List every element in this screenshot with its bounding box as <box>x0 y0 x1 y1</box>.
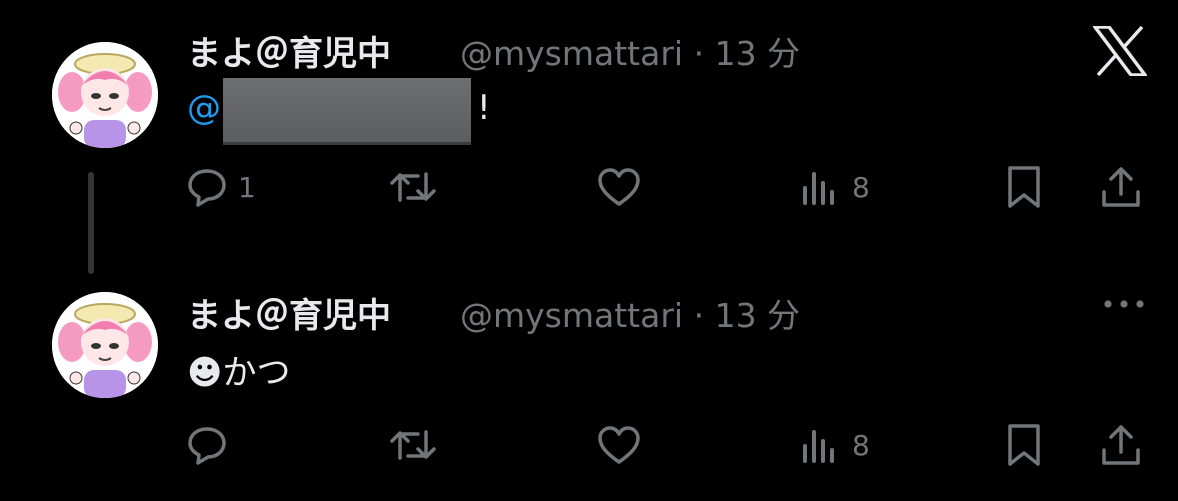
separator: · <box>693 296 705 335</box>
retweet-icon <box>388 166 438 208</box>
timestamp[interactable]: 13 分 <box>715 34 800 73</box>
tweet-text-content: かつ <box>222 353 291 393</box>
reply-button[interactable] <box>186 424 238 466</box>
bookmark-button[interactable] <box>1004 422 1044 468</box>
redacted-username <box>223 77 471 142</box>
tweet-text-suffix: ! <box>477 88 491 128</box>
tweet-text: ☻かつ <box>187 345 290 394</box>
display-name[interactable]: まよ＠育児中 <box>187 26 391 75</box>
views-count: 8 <box>852 428 870 462</box>
tweet-meta: @mysmattari · 13 分 <box>460 289 800 337</box>
retweet-icon <box>388 424 438 466</box>
like-icon <box>596 424 642 466</box>
timestamp[interactable]: 13 分 <box>715 296 800 335</box>
mention[interactable]: @ <box>187 88 221 128</box>
bookmark-icon <box>1004 422 1044 468</box>
retweet-button[interactable] <box>388 166 438 208</box>
handle[interactable]: @mysmattari <box>460 296 683 335</box>
reply-button[interactable]: 1 <box>186 166 256 208</box>
bookmark-icon <box>1004 164 1044 210</box>
retweet-button[interactable] <box>388 424 438 466</box>
like-button[interactable] <box>596 424 642 466</box>
views-icon <box>800 166 842 208</box>
views-count: 8 <box>852 170 870 204</box>
handle[interactable]: @mysmattari <box>460 34 683 73</box>
share-button[interactable] <box>1098 422 1144 468</box>
smiley-emoji: ☻ <box>187 353 223 393</box>
like-button[interactable] <box>596 166 642 208</box>
tweet-meta: @mysmattari · 13 分 <box>460 27 800 75</box>
views-icon <box>800 424 842 466</box>
more-button[interactable] <box>1102 296 1146 316</box>
reply-icon <box>186 424 228 466</box>
avatar[interactable] <box>52 42 158 148</box>
like-icon <box>596 166 642 208</box>
thread-line <box>88 172 94 274</box>
avatar[interactable] <box>52 292 158 398</box>
share-icon <box>1098 164 1144 210</box>
tweet-text: @! <box>187 76 491 142</box>
reply-count: 1 <box>238 170 256 204</box>
bookmark-button[interactable] <box>1004 164 1044 210</box>
views-button[interactable]: 8 <box>800 166 870 208</box>
more-icon <box>1102 297 1146 316</box>
share-icon <box>1098 422 1144 468</box>
x-logo-icon <box>1091 25 1149 80</box>
display-name[interactable]: まよ＠育児中 <box>187 288 391 337</box>
reply-icon <box>186 166 228 208</box>
views-button[interactable]: 8 <box>800 424 870 466</box>
share-button[interactable] <box>1098 164 1144 210</box>
separator: · <box>693 34 705 73</box>
